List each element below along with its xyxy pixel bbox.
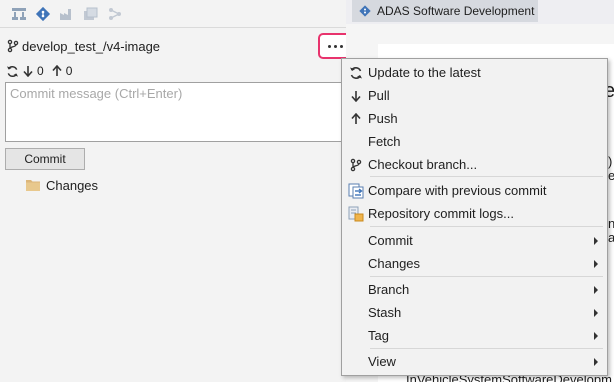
refresh-icon bbox=[348, 65, 364, 81]
commit-log-icon bbox=[348, 206, 364, 222]
tab-title: ADAS Software Development bbox=[377, 4, 535, 18]
menu-separator bbox=[370, 276, 603, 277]
current-branch[interactable]: develop_test_/v4-image bbox=[6, 36, 336, 56]
menu-item-commit-submenu[interactable]: Commit bbox=[344, 229, 605, 252]
commit-button[interactable]: Commit bbox=[5, 148, 85, 170]
incoming-count: 0 bbox=[37, 64, 44, 78]
menu-item-compare-previous-commit[interactable]: Compare with previous commit bbox=[344, 179, 605, 202]
stack-icon[interactable] bbox=[82, 5, 100, 23]
incoming-arrow-icon bbox=[23, 66, 33, 77]
submenu-arrow-icon bbox=[594, 358, 598, 366]
editor-tab-strip: ADAS Software Development bbox=[346, 0, 614, 24]
menu-item-pull[interactable]: Pull bbox=[344, 84, 605, 107]
factory-icon[interactable] bbox=[58, 5, 76, 23]
menu-item-changes-submenu[interactable]: Changes bbox=[344, 252, 605, 275]
menu-separator bbox=[370, 226, 603, 227]
compare-icon bbox=[348, 183, 364, 199]
menu-separator bbox=[370, 176, 603, 177]
sync-status: 0 0 bbox=[6, 62, 76, 80]
document-icon bbox=[359, 5, 371, 17]
commit-message-input[interactable] bbox=[5, 82, 343, 142]
folder-icon bbox=[26, 180, 40, 191]
outgoing-count: 0 bbox=[65, 64, 73, 78]
network-icon[interactable] bbox=[106, 5, 124, 23]
branch-graph-icon[interactable] bbox=[10, 5, 28, 23]
arrow-up-icon bbox=[348, 111, 364, 127]
menu-item-checkout-branch[interactable]: Checkout branch... bbox=[344, 153, 605, 176]
submenu-arrow-icon bbox=[594, 332, 598, 340]
menu-separator bbox=[370, 348, 603, 349]
menu-item-fetch[interactable]: Fetch bbox=[344, 130, 605, 153]
sync-icon[interactable] bbox=[6, 65, 19, 78]
submenu-arrow-icon bbox=[594, 237, 598, 245]
menu-item-tag-submenu[interactable]: Tag bbox=[344, 324, 605, 347]
branch-name: develop_test_/v4-image bbox=[22, 38, 161, 54]
changes-tree-node[interactable]: Changes bbox=[26, 176, 98, 194]
git-diamond-icon[interactable] bbox=[34, 5, 52, 23]
menu-item-stash-submenu[interactable]: Stash bbox=[344, 301, 605, 324]
menu-item-view-submenu[interactable]: View bbox=[344, 350, 605, 373]
outgoing-arrow-icon bbox=[52, 65, 62, 76]
tab-adas-software-development[interactable]: ADAS Software Development bbox=[352, 0, 538, 22]
menu-item-push[interactable]: Push bbox=[344, 107, 605, 130]
git-context-menu: Update to the latest Pull Push Fetch Che… bbox=[341, 58, 608, 376]
branch-icon bbox=[348, 157, 364, 173]
git-panel: develop_test_/v4-image 0 0 Commit Change… bbox=[0, 0, 352, 382]
submenu-arrow-icon bbox=[594, 309, 598, 317]
git-toolbar bbox=[0, 0, 346, 28]
menu-item-branch-submenu[interactable]: Branch bbox=[344, 278, 605, 301]
arrow-down-icon bbox=[348, 88, 364, 104]
submenu-arrow-icon bbox=[594, 286, 598, 294]
submenu-arrow-icon bbox=[594, 260, 598, 268]
branch-icon bbox=[7, 39, 19, 53]
ellipsis-icon bbox=[327, 44, 331, 48]
menu-item-update-to-latest[interactable]: Update to the latest bbox=[344, 61, 605, 84]
changes-label: Changes bbox=[46, 177, 99, 193]
menu-item-repository-commit-logs[interactable]: Repository commit logs... bbox=[344, 202, 605, 225]
